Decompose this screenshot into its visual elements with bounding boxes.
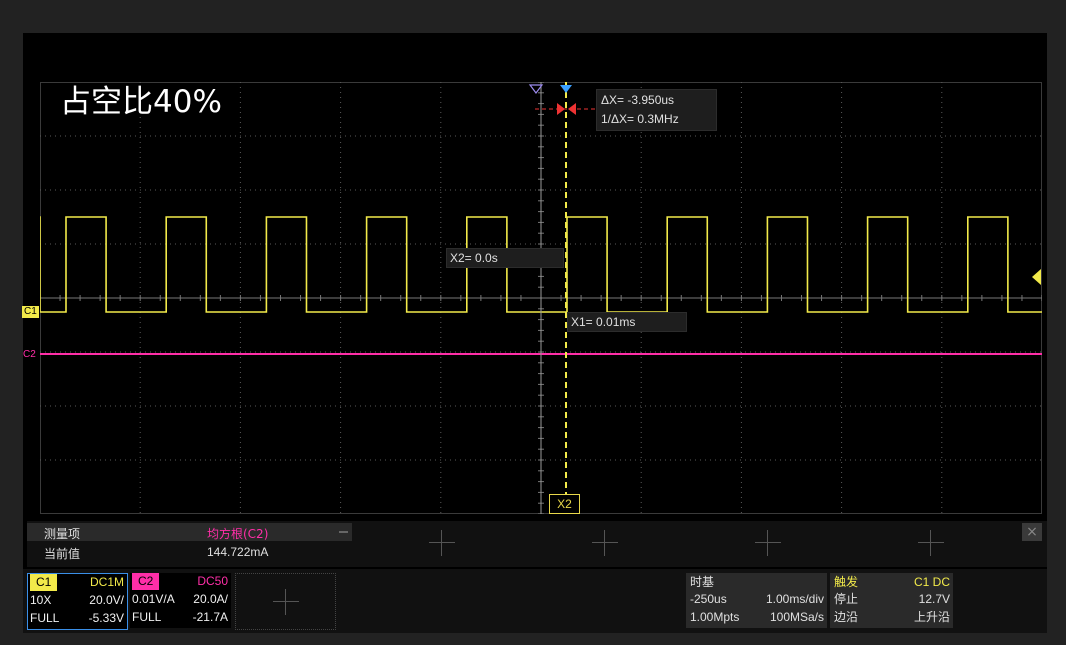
measurement-panel: 测量项 均方根(C2) 当前值 144.722mA — [27, 521, 1047, 567]
timebase-scale: 1.00ms/div — [765, 592, 824, 606]
timebase-box[interactable]: 时基 -250us 1.00ms/div 1.00Mpts 100MSa/s — [686, 573, 827, 628]
trigger-level-marker[interactable] — [1032, 269, 1041, 285]
channel2-name: C2 — [132, 573, 160, 590]
timebase-delay: -250us — [690, 592, 727, 606]
x2-value: X2= 0.0s — [450, 251, 498, 265]
timebase-label: 时基 — [690, 575, 715, 589]
x1-value: X1= 0.01ms — [571, 315, 636, 329]
add-channel-plus-icon — [271, 587, 301, 617]
trigger-source: C1 DC — [913, 575, 950, 589]
trigger-slope-label: 边沿 — [834, 610, 859, 624]
measurement-header-label: 测量项 — [44, 527, 81, 541]
cursor-x2-readout: X2= 0.0s — [446, 248, 564, 268]
cursor-delta-readout: ΔX= -3.950us 1/ΔX= 0.3MHz — [596, 89, 717, 131]
channel2-scale: 20.0A/ — [193, 592, 228, 606]
waveform-display[interactable] — [40, 82, 1042, 514]
channel1-name: C1 — [30, 574, 58, 591]
screen-title: 占空比40% — [60, 84, 222, 120]
add-measurement-slot-3-icon[interactable] — [753, 528, 783, 558]
delta-arrow-left — [568, 103, 576, 115]
trigger-state: 停止 — [834, 592, 859, 606]
channel2-box[interactable]: C2 DC50 0.01V/A 20.0A/ FULL -21.7A — [130, 573, 231, 628]
delta-x-value: ΔX= -3.950us — [601, 93, 675, 107]
trigger-slope: 上升沿 — [913, 610, 950, 624]
c1-offset-marker[interactable]: C1 — [22, 306, 39, 318]
x1-top-marker — [560, 85, 572, 93]
c2-offset-marker[interactable]: C2 — [21, 349, 38, 361]
delta-arrow-right — [557, 103, 565, 115]
channel2-coupling: DC50 — [197, 574, 228, 588]
add-measurement-slot-2-icon[interactable] — [590, 528, 620, 558]
timebase-memory: 1.00Mpts — [690, 610, 740, 624]
channel2-probe: 0.01V/A — [132, 592, 175, 606]
channel1-box[interactable]: C1 DC1M 10X 20.0V/ FULL -5.33V — [27, 573, 128, 630]
channel1-coupling: DC1M — [89, 575, 124, 589]
trigger-label: 触发 — [834, 575, 859, 589]
timebase-sample-rate: 100MSa/s — [769, 610, 824, 624]
channel1-offset: -5.33V — [88, 611, 124, 625]
measurement-value-label: 当前值 — [44, 547, 81, 561]
trigger-position-marker — [528, 84, 544, 94]
cursor-x1-readout: X1= 0.01ms — [567, 312, 687, 332]
channel2-bandwidth: FULL — [132, 610, 162, 624]
channel1-scale: 20.0V/ — [89, 593, 124, 607]
add-channel-slot[interactable] — [235, 573, 336, 630]
trigger-level: 12.7V — [918, 592, 950, 606]
close-measurement-icon[interactable]: × — [1022, 523, 1042, 541]
measurement-item-value: 144.722mA — [207, 545, 269, 559]
channel1-bandwidth: FULL — [30, 611, 60, 625]
channel2-offset: -21.7A — [192, 610, 228, 624]
inverse-delta-x-value: 1/ΔX= 0.3MHz — [601, 112, 679, 126]
add-measurement-slot-4-icon[interactable] — [916, 528, 946, 558]
add-measurement-slot-1-icon[interactable] — [427, 528, 457, 558]
graticule — [40, 82, 1042, 514]
x2-cursor-tag[interactable]: X2 — [549, 494, 580, 514]
trigger-box[interactable]: 触发 C1 DC 停止 12.7V 边沿 上升沿 — [830, 573, 953, 628]
channel1-probe: 10X — [30, 593, 52, 607]
measurement-item-name[interactable]: 均方根(C2) — [207, 525, 268, 542]
measurement-item-remove[interactable] — [339, 531, 348, 533]
